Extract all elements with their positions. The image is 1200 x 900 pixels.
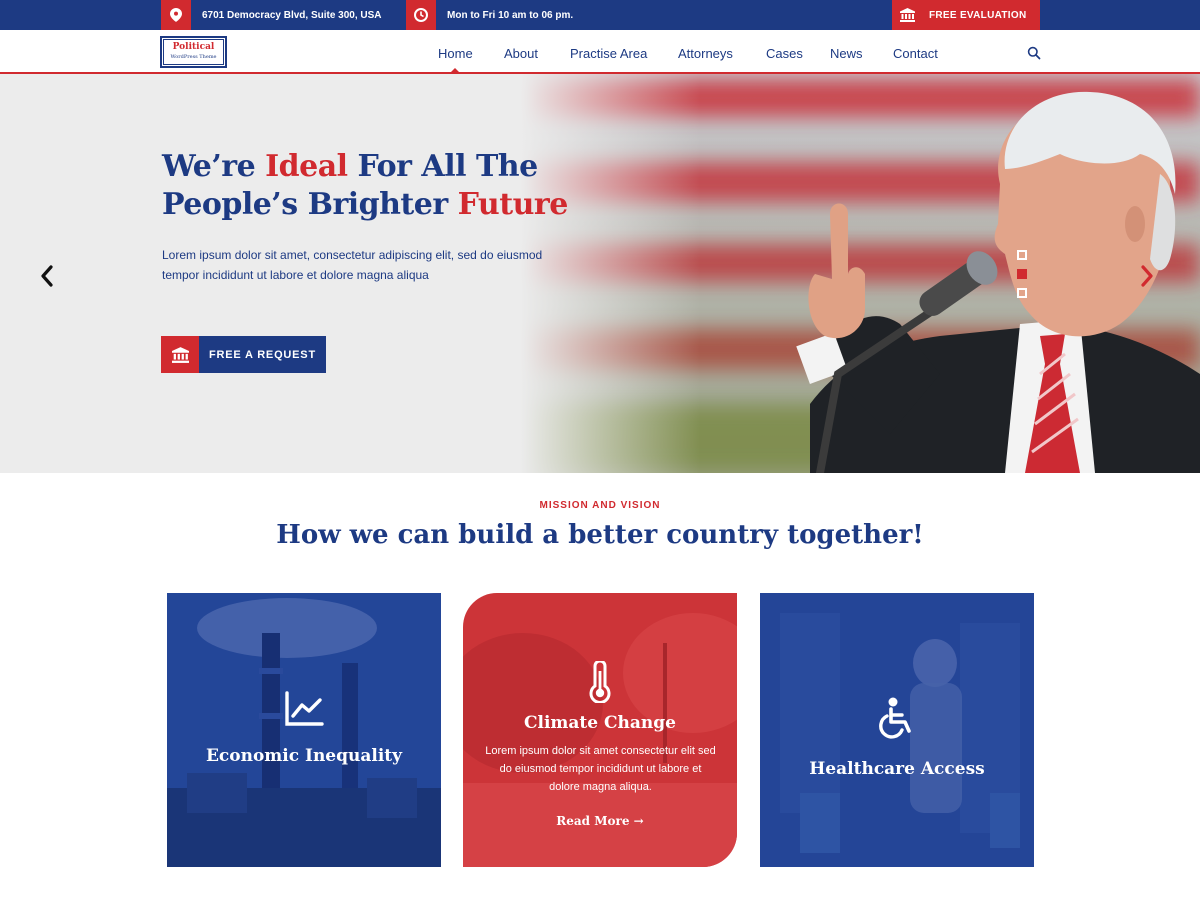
clock-icon xyxy=(406,0,436,30)
logo-subtitle: WordPress Theme xyxy=(170,54,217,60)
site-logo[interactable]: Political WordPress Theme xyxy=(160,36,227,68)
hero-title-highlight-ideal: Ideal xyxy=(265,149,348,184)
bank-icon xyxy=(161,336,199,373)
read-more-link[interactable]: Read More → xyxy=(463,814,737,828)
card-economic-inequality[interactable]: Economic Inequality xyxy=(167,593,441,867)
hero-slider: We’re Ideal For All The People’s Brighte… xyxy=(0,74,1200,473)
hero-description: Lorem ipsum dolor sit amet, consectetur … xyxy=(162,248,543,282)
section-title: How we can build a better country togeth… xyxy=(276,520,924,550)
nav-item-practise-area[interactable]: Practise Area xyxy=(570,46,647,61)
location-pin-icon xyxy=(161,0,191,30)
nav-item-contact[interactable]: Contact xyxy=(893,46,938,61)
nav-item-home[interactable]: Home xyxy=(438,46,473,61)
line-chart-icon xyxy=(285,691,324,726)
thermometer-icon xyxy=(589,661,611,703)
free-evaluation-button[interactable]: FREE EVALUATION xyxy=(892,0,1040,30)
top-bar: 6701 Democracy Blvd, Suite 300, USA Mon … xyxy=(0,0,1200,30)
logo-frame: Political WordPress Theme xyxy=(163,39,224,65)
main-navigation: Political WordPress Theme Home About Pra… xyxy=(0,30,1200,74)
slider-next-arrow-icon[interactable] xyxy=(1138,264,1156,288)
section-kicker: MISSION AND VISION xyxy=(539,500,661,511)
nav-item-cases[interactable]: Cases xyxy=(766,46,803,61)
free-evaluation-label: FREE EVALUATION xyxy=(929,9,1027,21)
nav-item-attorneys[interactable]: Attorneys xyxy=(678,46,733,61)
factory-background xyxy=(167,593,441,867)
slider-prev-arrow-icon[interactable] xyxy=(38,264,56,288)
address-info: 6701 Democracy Blvd, Suite 300, USA xyxy=(161,0,382,30)
free-request-label: FREE A REQUEST xyxy=(199,336,326,373)
hero-title-part1: We’re xyxy=(162,149,266,184)
card-climate-change[interactable]: Climate Change Lorem ipsum dolor sit ame… xyxy=(463,593,737,867)
card-description: Lorem ipsum dolor sit amet consectetur e… xyxy=(485,745,716,793)
address-text: 6701 Democracy Blvd, Suite 300, USA xyxy=(202,9,382,21)
logo-title: Political xyxy=(172,42,215,52)
hero-title-highlight-future: Future xyxy=(457,187,569,222)
card-title: Economic Inequality xyxy=(205,746,403,766)
bank-icon xyxy=(900,8,915,22)
card-title: Healthcare Access xyxy=(809,759,985,779)
nav-item-about[interactable]: About xyxy=(504,46,538,61)
slider-dot-1[interactable] xyxy=(1017,250,1027,260)
hours-info: Mon to Fri 10 am to 06 pm. xyxy=(406,0,573,30)
card-title: Climate Change xyxy=(523,713,676,733)
search-icon[interactable] xyxy=(1027,46,1041,60)
wheelchair-icon xyxy=(879,697,911,739)
card-healthcare-access[interactable]: Healthcare Access xyxy=(760,593,1034,867)
free-request-button[interactable]: FREE A REQUEST xyxy=(161,336,326,373)
hours-text: Mon to Fri 10 am to 06 pm. xyxy=(447,9,574,21)
hero-title: We’re Ideal For All The People’s Brighte… xyxy=(162,148,582,224)
nav-item-news[interactable]: News xyxy=(830,46,863,61)
slider-dot-3[interactable] xyxy=(1017,288,1027,298)
slider-dot-2[interactable] xyxy=(1017,269,1027,279)
